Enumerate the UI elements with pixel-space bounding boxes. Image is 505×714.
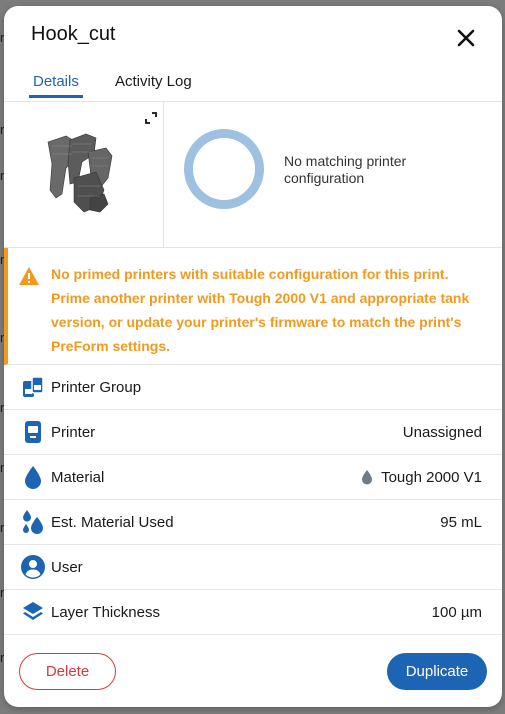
warning-icon bbox=[19, 267, 39, 285]
print-details-dialog: Hook_cut Details Activity Log No matchin… bbox=[4, 6, 502, 707]
material-drop-icon-wrap bbox=[20, 464, 46, 490]
material-used-icon-wrap bbox=[20, 509, 46, 535]
layers-icon-wrap bbox=[20, 599, 46, 625]
printer-status-ring bbox=[184, 129, 264, 209]
print-overview-panel: No matching printer configuration bbox=[4, 102, 502, 248]
close-button[interactable] bbox=[456, 28, 476, 48]
material-used-icon bbox=[23, 510, 43, 534]
part-preview-image bbox=[47, 133, 113, 213]
user-icon bbox=[21, 555, 45, 579]
row-label: Printer bbox=[51, 423, 96, 441]
delete-button[interactable]: Delete bbox=[19, 653, 116, 690]
expand-preview-button[interactable] bbox=[145, 111, 157, 124]
detail-row-printer[interactable]: Printer Unassigned bbox=[4, 410, 502, 455]
tab-activity-log[interactable]: Activity Log bbox=[115, 73, 192, 98]
printer-icon-wrap bbox=[20, 419, 46, 445]
tab-bar: Details Activity Log bbox=[4, 62, 502, 102]
user-icon-wrap bbox=[20, 554, 46, 580]
warning-banner: No primed printers with suitable configu… bbox=[4, 248, 502, 365]
detail-row-user[interactable]: User bbox=[4, 545, 502, 590]
duplicate-button[interactable]: Duplicate bbox=[387, 653, 487, 690]
close-icon bbox=[457, 29, 475, 47]
expand-icon bbox=[145, 112, 157, 124]
material-drop-icon bbox=[25, 466, 41, 489]
row-value: 100 µm bbox=[431, 603, 482, 621]
warning-message: No primed printers with suitable configu… bbox=[51, 266, 470, 354]
row-value: Unassigned bbox=[402, 423, 482, 441]
material-name: Tough 2000 V1 bbox=[381, 468, 482, 486]
resin-drop-icon bbox=[362, 470, 373, 485]
dialog-header: Hook_cut bbox=[4, 6, 502, 62]
row-label: Material bbox=[51, 468, 105, 486]
printer-icon bbox=[25, 421, 41, 443]
row-value: 95 mL bbox=[440, 513, 482, 531]
print-thumbnail bbox=[4, 102, 164, 248]
printer-group-icon bbox=[23, 376, 44, 397]
printer-group-icon-wrap bbox=[20, 374, 46, 400]
row-label: Printer Group bbox=[51, 378, 142, 396]
row-value-material: Tough 2000 V1 bbox=[361, 469, 482, 486]
row-label: User bbox=[51, 558, 83, 576]
detail-row-layer-thickness[interactable]: Layer Thickness 100 µm bbox=[4, 590, 502, 635]
row-label: Est. Material Used bbox=[51, 513, 174, 531]
printer-status-text: No matching printer configuration bbox=[284, 153, 407, 186]
detail-row-printer-group[interactable]: Printer Group bbox=[4, 365, 502, 410]
detail-row-material[interactable]: Material Tough 2000 V1 bbox=[4, 455, 502, 500]
layers-icon bbox=[23, 602, 43, 620]
detail-row-material-used[interactable]: Est. Material Used 95 mL bbox=[4, 500, 502, 545]
row-label: Layer Thickness bbox=[51, 603, 160, 621]
tab-details[interactable]: Details bbox=[29, 73, 83, 98]
dialog-title: Hook_cut bbox=[31, 23, 116, 45]
dialog-footer: Delete Duplicate bbox=[4, 635, 502, 707]
